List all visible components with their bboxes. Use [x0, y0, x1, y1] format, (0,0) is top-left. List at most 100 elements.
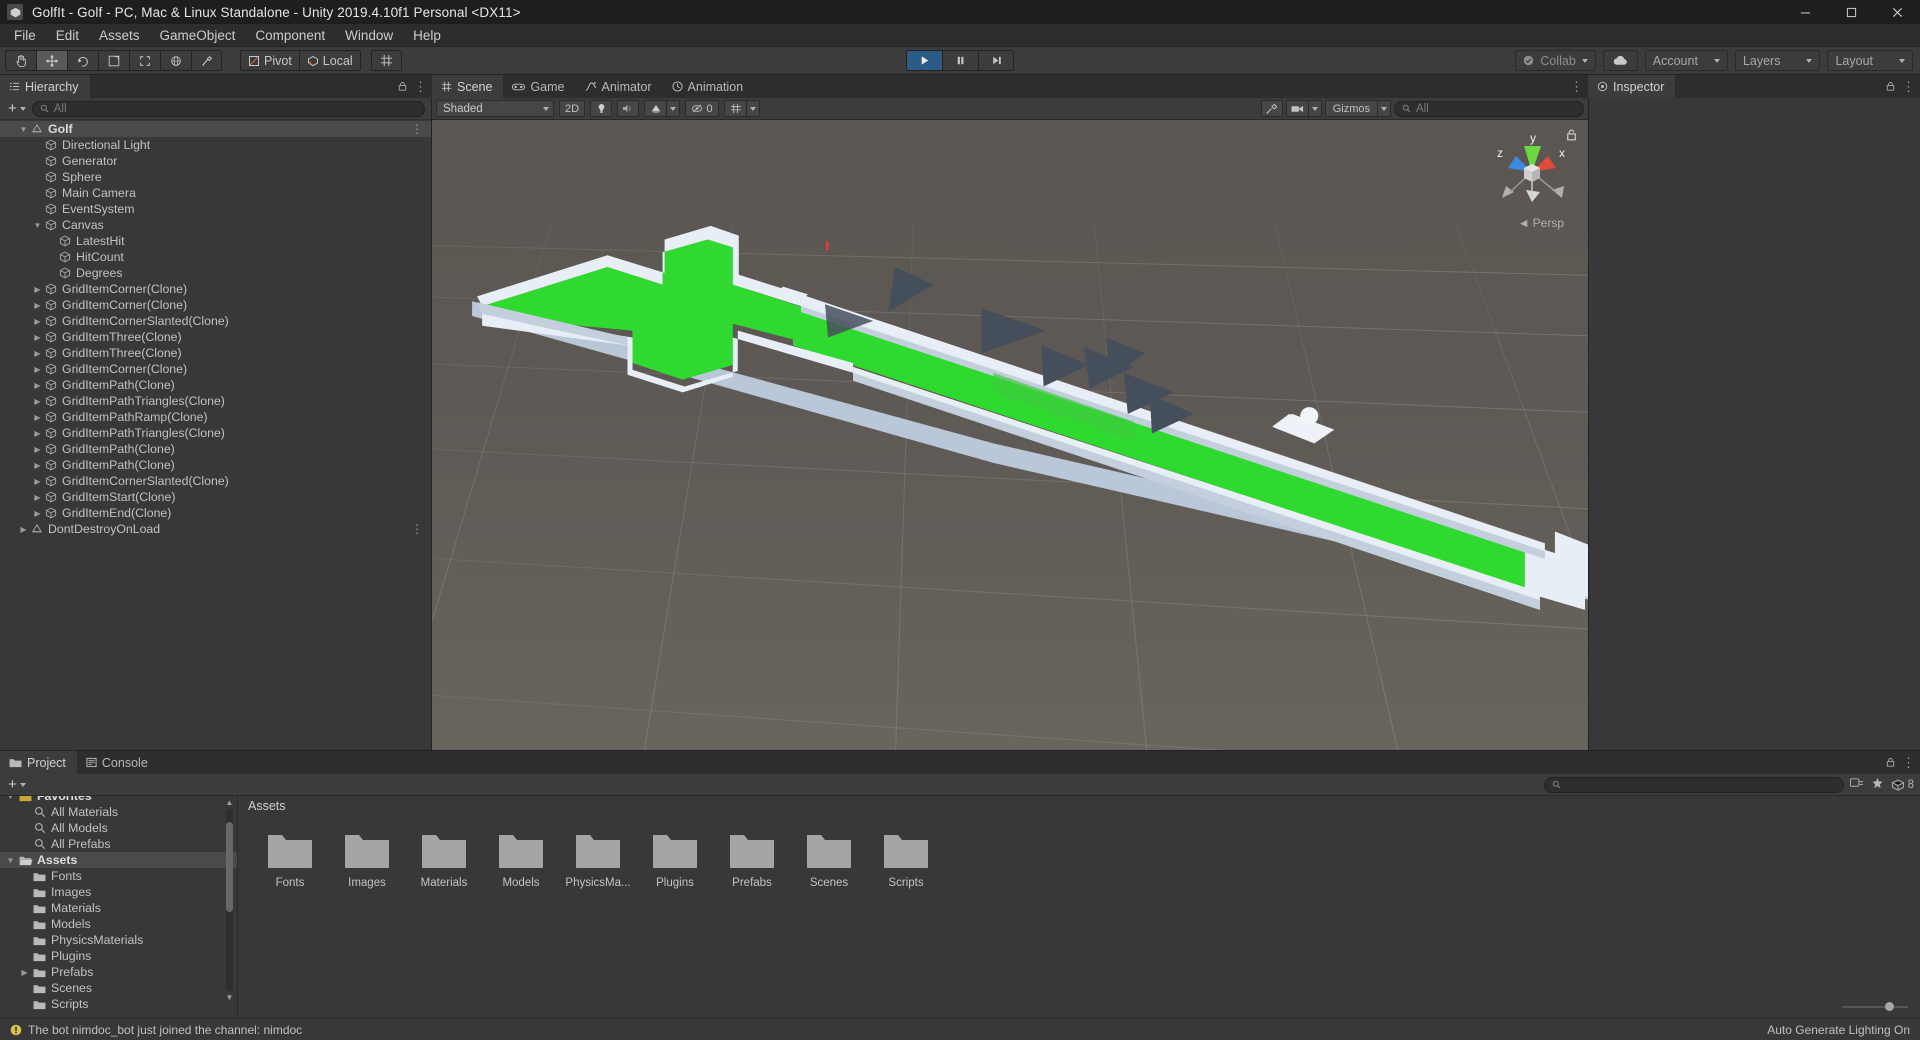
chevron-right-icon[interactable]: ▶ — [18, 968, 31, 977]
scene-search-input[interactable]: All — [1394, 101, 1584, 117]
play-button[interactable] — [906, 50, 942, 71]
chevron-right-icon[interactable]: ▶ — [32, 445, 43, 454]
asset-item[interactable]: Scripts — [868, 830, 944, 889]
gizmo-lock-icon[interactable] — [1565, 128, 1578, 145]
layout-button[interactable]: Layout — [1827, 50, 1913, 71]
menu-gameobject[interactable]: GameObject — [150, 24, 246, 47]
hierarchy-item-griditemstart-clone[interactable]: ▶GridItemStart(Clone) — [0, 489, 431, 505]
project-tree-item-prefabs[interactable]: ▶Prefabs — [0, 964, 237, 980]
scale-tool-button[interactable] — [98, 50, 129, 71]
step-button[interactable] — [978, 50, 1014, 71]
chevron-right-icon[interactable]: ▶ — [18, 525, 29, 534]
move-tool-button[interactable] — [36, 50, 67, 71]
asset-item[interactable]: Images — [329, 830, 405, 889]
project-tree-item-images[interactable]: Images — [0, 884, 237, 900]
hierarchy-item-directional-light[interactable]: Directional Light — [0, 137, 431, 153]
project-tree-item-fonts[interactable]: Fonts — [0, 868, 237, 884]
tab-animator[interactable]: Animator — [576, 75, 663, 98]
layers-button[interactable]: Layers — [1735, 50, 1821, 71]
project-menu-icon[interactable]: ⋮ — [1902, 756, 1916, 769]
chevron-right-icon[interactable]: ▶ — [32, 365, 43, 374]
search-by-type-icon[interactable] — [1850, 777, 1864, 792]
project-tree-item-physicsmaterials[interactable]: PhysicsMaterials — [0, 932, 237, 948]
menu-edit[interactable]: Edit — [46, 24, 89, 47]
custom-editor-tool-button[interactable] — [191, 50, 222, 71]
hierarchy-item-griditempathtriangles-clone[interactable]: ▶GridItemPathTriangles(Clone) — [0, 425, 431, 441]
hierarchy-item-griditempath-clone[interactable]: ▶GridItemPath(Clone) — [0, 377, 431, 393]
scene-menu-icon[interactable]: ⋮ — [1570, 80, 1584, 93]
asset-zoom-slider[interactable] — [238, 996, 1920, 1018]
hierarchy-item-griditempathramp-clone[interactable]: ▶GridItemPathRamp(Clone) — [0, 409, 431, 425]
project-tree-item-scripts[interactable]: Scripts — [0, 996, 237, 1012]
hierarchy-item-griditemend-clone[interactable]: ▶GridItemEnd(Clone) — [0, 505, 431, 521]
hierarchy-item-griditemcorner-clone[interactable]: ▶GridItemCorner(Clone) — [0, 281, 431, 297]
scene-viewport[interactable]: y x z ◄Persp — [432, 120, 1588, 750]
chevron-right-icon[interactable]: ▶ — [32, 349, 43, 358]
hierarchy-item-griditemthree-clone[interactable]: ▶GridItemThree(Clone) — [0, 329, 431, 345]
chevron-right-icon[interactable]: ▶ — [32, 285, 43, 294]
project-tree-item-all-materials[interactable]: All Materials — [0, 804, 237, 820]
breadcrumb[interactable]: Assets — [238, 796, 1920, 816]
auto-lighting-status[interactable]: Auto Generate Lighting On — [1767, 1023, 1910, 1037]
project-tree-item-all-prefabs[interactable]: All Prefabs — [0, 836, 237, 852]
hierarchy-item-griditemcorner-clone[interactable]: ▶GridItemCorner(Clone) — [0, 361, 431, 377]
asset-item[interactable]: Scenes — [791, 830, 867, 889]
pause-button[interactable] — [942, 50, 978, 71]
hierarchy-list[interactable]: ▼Golf⋮Directional LightGeneratorSphereMa… — [0, 120, 431, 750]
chevron-right-icon[interactable]: ▶ — [32, 333, 43, 342]
tab-hierarchy[interactable]: Hierarchy — [0, 75, 90, 98]
hierarchy-item-golf[interactable]: ▼Golf⋮ — [0, 121, 431, 137]
project-tree[interactable]: ▼FavoritesAll MaterialsAll ModelsAll Pre… — [0, 796, 238, 1018]
hierarchy-menu-icon[interactable]: ⋮ — [414, 80, 428, 93]
project-tree-scrollbar[interactable]: ▲ ▼ — [224, 798, 235, 1002]
tab-console[interactable]: Console — [77, 751, 159, 774]
scene-effects-icon[interactable] — [644, 100, 666, 117]
local-global-toggle-button[interactable]: Local — [299, 50, 361, 71]
scroll-up-icon[interactable]: ▲ — [225, 798, 234, 807]
toggle-2d-button[interactable]: 2D — [559, 100, 585, 117]
lock-icon[interactable] — [1885, 79, 1896, 95]
hierarchy-row-menu-icon[interactable]: ⋮ — [411, 522, 431, 536]
asset-grid[interactable]: FontsImagesMaterialsModelsPhysicsMa...Pl… — [238, 816, 1920, 996]
menu-assets[interactable]: Assets — [89, 24, 150, 47]
grid-snapping-icon[interactable] — [371, 50, 402, 71]
collab-button[interactable]: Collab — [1515, 50, 1595, 71]
chevron-right-icon[interactable]: ▶ — [32, 429, 43, 438]
tab-inspector[interactable]: Inspector — [1588, 75, 1675, 98]
tab-project[interactable]: Project — [0, 751, 77, 774]
minimize-button[interactable] — [1782, 0, 1828, 24]
scene-audio-icon[interactable] — [617, 100, 639, 117]
scene-hidden-objects-button[interactable]: 0 — [685, 100, 719, 117]
asset-item[interactable]: PhysicsMa... — [560, 830, 636, 889]
hierarchy-item-main-camera[interactable]: Main Camera — [0, 185, 431, 201]
menu-window[interactable]: Window — [335, 24, 403, 47]
project-tree-item-scenes[interactable]: Scenes — [0, 980, 237, 996]
hierarchy-row-menu-icon[interactable]: ⋮ — [411, 122, 431, 136]
create-gameobject-button[interactable]: + — [6, 100, 28, 117]
scene-camera-dropdown[interactable] — [1308, 100, 1322, 117]
scene-projection-label[interactable]: ◄Persp — [1518, 216, 1564, 230]
account-button[interactable]: Account — [1645, 50, 1728, 71]
hierarchy-item-griditemcornerslanted-clone[interactable]: ▶GridItemCornerSlanted(Clone) — [0, 473, 431, 489]
hierarchy-item-degrees[interactable]: Degrees — [0, 265, 431, 281]
hierarchy-item-griditemcorner-clone[interactable]: ▶GridItemCorner(Clone) — [0, 297, 431, 313]
hierarchy-item-griditempath-clone[interactable]: ▶GridItemPath(Clone) — [0, 441, 431, 457]
inspector-menu-icon[interactable]: ⋮ — [1902, 80, 1916, 93]
search-by-label-icon[interactable] — [1871, 777, 1884, 792]
project-tree-item-favorites[interactable]: ▼Favorites — [0, 796, 237, 804]
gizmos-dropdown[interactable] — [1377, 100, 1391, 117]
chevron-right-icon[interactable]: ▶ — [32, 493, 43, 502]
chevron-down-icon[interactable]: ▼ — [4, 856, 17, 865]
project-tree-item-models[interactable]: Models — [0, 916, 237, 932]
hierarchy-item-canvas[interactable]: ▼Canvas — [0, 217, 431, 233]
gizmos-button[interactable]: Gizmos — [1325, 100, 1377, 117]
hierarchy-search-input[interactable]: All — [32, 101, 425, 117]
tab-game[interactable]: Game — [503, 75, 575, 98]
package-badge[interactable]: 8 — [1891, 779, 1914, 791]
rotate-tool-button[interactable] — [67, 50, 98, 71]
draw-mode-dropdown[interactable]: Shaded — [436, 100, 554, 117]
scene-effects-dropdown[interactable] — [666, 100, 680, 117]
project-tree-item-assets[interactable]: ▼Assets — [0, 852, 237, 868]
rect-tool-button[interactable] — [129, 50, 160, 71]
scrollbar-thumb[interactable] — [226, 822, 233, 912]
